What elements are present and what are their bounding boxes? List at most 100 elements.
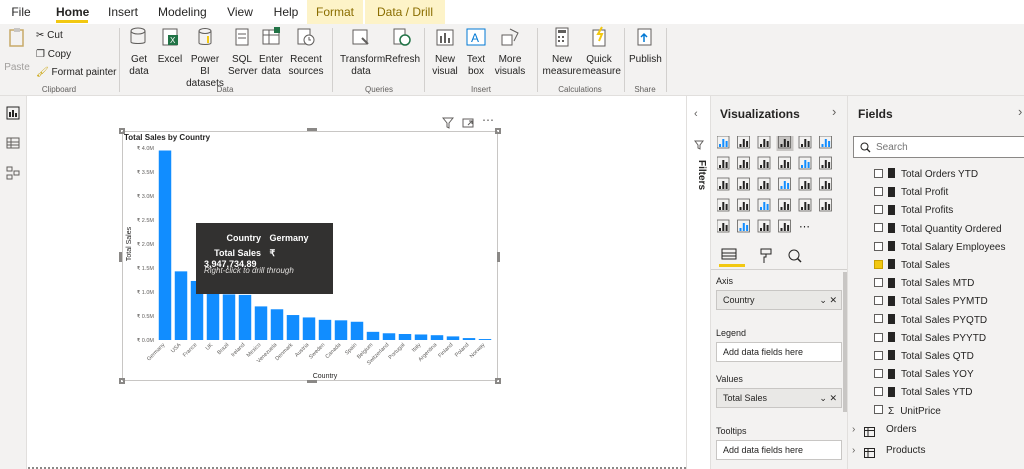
- text-box-button[interactable]: A Text box: [462, 26, 490, 78]
- field-checkbox[interactable]: [874, 369, 883, 379]
- visual-type-icon[interactable]: ⋯: [799, 221, 810, 233]
- visual-type-icon[interactable]: [778, 198, 791, 212]
- visual-type-icon[interactable]: [819, 156, 832, 170]
- visual-type-icon[interactable]: [757, 177, 771, 191]
- more-visuals-button[interactable]: More visuals: [492, 26, 528, 78]
- field-checkbox[interactable]: [874, 205, 883, 215]
- field-item[interactable]: Total Sales PYYTD: [874, 330, 986, 348]
- cut-button[interactable]: ✂ Cut: [36, 30, 63, 42]
- field-item[interactable]: Total Sales: [874, 257, 950, 275]
- visual-type-icon[interactable]: [798, 156, 812, 170]
- bar[interactable]: [478, 339, 492, 340]
- bar[interactable]: [398, 334, 412, 340]
- table-products[interactable]: Products: [886, 445, 925, 456]
- field-item[interactable]: Total Quantity Ordered: [874, 221, 1002, 239]
- analytics-icon[interactable]: [787, 248, 803, 264]
- power-bi-datasets-button[interactable]: Power BI datasets: [186, 26, 224, 90]
- copy-button[interactable]: ❐ Copy: [36, 49, 71, 61]
- field-checkbox[interactable]: [874, 350, 883, 360]
- tooltips-drop-zone[interactable]: Add data fields here: [716, 440, 842, 460]
- bar[interactable]: [286, 315, 300, 340]
- axis-field-pill[interactable]: Country ⌄ ✕: [716, 290, 842, 310]
- bar[interactable]: [350, 321, 364, 340]
- paint-roller-icon[interactable]: [759, 248, 773, 264]
- filter-icon[interactable]: [442, 117, 454, 129]
- values-field-pill[interactable]: Total Sales ⌄ ✕: [716, 388, 842, 408]
- tab-data-drill[interactable]: Data / Drill: [365, 0, 445, 24]
- resize-handle[interactable]: [119, 128, 125, 134]
- focus-mode-icon[interactable]: [462, 117, 474, 129]
- field-item[interactable]: Total Sales YTD: [874, 384, 973, 402]
- field-item[interactable]: Total Sales YOY: [874, 366, 974, 384]
- field-checkbox[interactable]: [874, 332, 883, 342]
- bar[interactable]: [158, 150, 172, 340]
- search-input[interactable]: [876, 140, 1016, 154]
- fields-well-tab[interactable]: [719, 248, 745, 267]
- fields-search[interactable]: [853, 136, 1024, 158]
- tab-file[interactable]: File: [8, 0, 34, 24]
- format-painter-button[interactable]: 🖌 Format painter: [36, 67, 117, 79]
- field-checkbox[interactable]: [874, 223, 883, 233]
- refresh-button[interactable]: Refresh: [385, 26, 420, 66]
- tab-modeling[interactable]: Modeling: [158, 0, 207, 24]
- visual-type-icon[interactable]: [737, 156, 750, 170]
- bar[interactable]: [382, 333, 396, 340]
- tab-help[interactable]: Help: [273, 0, 299, 24]
- bar[interactable]: [430, 335, 444, 340]
- remove-field-icon[interactable]: ⌄ ✕: [819, 389, 837, 407]
- visual-type-icon[interactable]: [778, 177, 791, 191]
- bar[interactable]: [222, 294, 236, 340]
- bar[interactable]: [366, 331, 380, 340]
- field-item[interactable]: Total Sales PYQTD: [874, 312, 987, 330]
- field-checkbox[interactable]: [874, 168, 883, 178]
- data-view-icon[interactable]: [6, 136, 20, 150]
- resize-handle[interactable]: [307, 128, 317, 131]
- visual-type-icon[interactable]: [737, 198, 750, 212]
- visual-type-icon[interactable]: [776, 136, 794, 151]
- resize-handle[interactable]: [119, 378, 125, 384]
- legend-drop-zone[interactable]: Add data fields here: [716, 342, 842, 362]
- new-measure-button[interactable]: New measure: [541, 26, 583, 78]
- visual-type-gallery[interactable]: ⋯: [717, 136, 842, 246]
- visual-type-icon[interactable]: [798, 177, 812, 191]
- chevron-left-icon[interactable]: ‹: [694, 108, 698, 120]
- bar[interactable]: [254, 306, 268, 340]
- bar[interactable]: [446, 336, 460, 340]
- visual-type-icon[interactable]: [737, 219, 750, 233]
- visual-type-icon[interactable]: [757, 136, 771, 149]
- visual-type-icon[interactable]: [819, 136, 832, 149]
- visual-type-icon[interactable]: [819, 198, 832, 212]
- new-visual-button[interactable]: New visual: [431, 26, 459, 78]
- publish-button[interactable]: Publish: [629, 26, 662, 66]
- field-item[interactable]: Total Sales MTD: [874, 275, 974, 293]
- visual-type-icon[interactable]: [819, 177, 832, 191]
- sql-server-button[interactable]: SQL Server: [228, 26, 257, 78]
- resize-handle[interactable]: [119, 252, 122, 262]
- chevron-right-icon[interactable]: ›: [832, 104, 836, 119]
- field-item[interactable]: Σ UnitPrice: [874, 403, 941, 421]
- enter-data-button[interactable]: Enter data: [258, 26, 284, 78]
- remove-field-icon[interactable]: ⌄ ✕: [819, 291, 837, 309]
- more-options-icon[interactable]: ⋯: [482, 113, 494, 127]
- report-view-icon[interactable]: [6, 106, 20, 120]
- tab-view[interactable]: View: [226, 0, 254, 24]
- visual-type-icon[interactable]: [798, 198, 812, 212]
- bar[interactable]: [462, 338, 476, 340]
- resize-handle[interactable]: [495, 378, 501, 384]
- resize-handle[interactable]: [497, 252, 500, 262]
- quick-measure-button[interactable]: Quick measure: [582, 26, 621, 78]
- chevron-right-icon[interactable]: ›: [852, 445, 855, 456]
- visual-type-icon[interactable]: [798, 136, 812, 149]
- visual-type-icon[interactable]: [717, 219, 730, 233]
- paste-button[interactable]: Paste: [4, 26, 30, 74]
- field-item[interactable]: Total Sales QTD: [874, 348, 974, 366]
- bar[interactable]: [334, 320, 348, 340]
- visual-type-icon[interactable]: [717, 177, 730, 191]
- visual-type-icon[interactable]: [757, 156, 771, 170]
- field-checkbox[interactable]: [874, 278, 883, 288]
- bar[interactable]: [270, 309, 284, 340]
- field-item[interactable]: Total Orders YTD: [874, 166, 978, 184]
- chevron-right-icon[interactable]: ›: [852, 424, 855, 435]
- tab-format[interactable]: Format: [307, 0, 363, 24]
- visual-type-icon[interactable]: [717, 156, 730, 170]
